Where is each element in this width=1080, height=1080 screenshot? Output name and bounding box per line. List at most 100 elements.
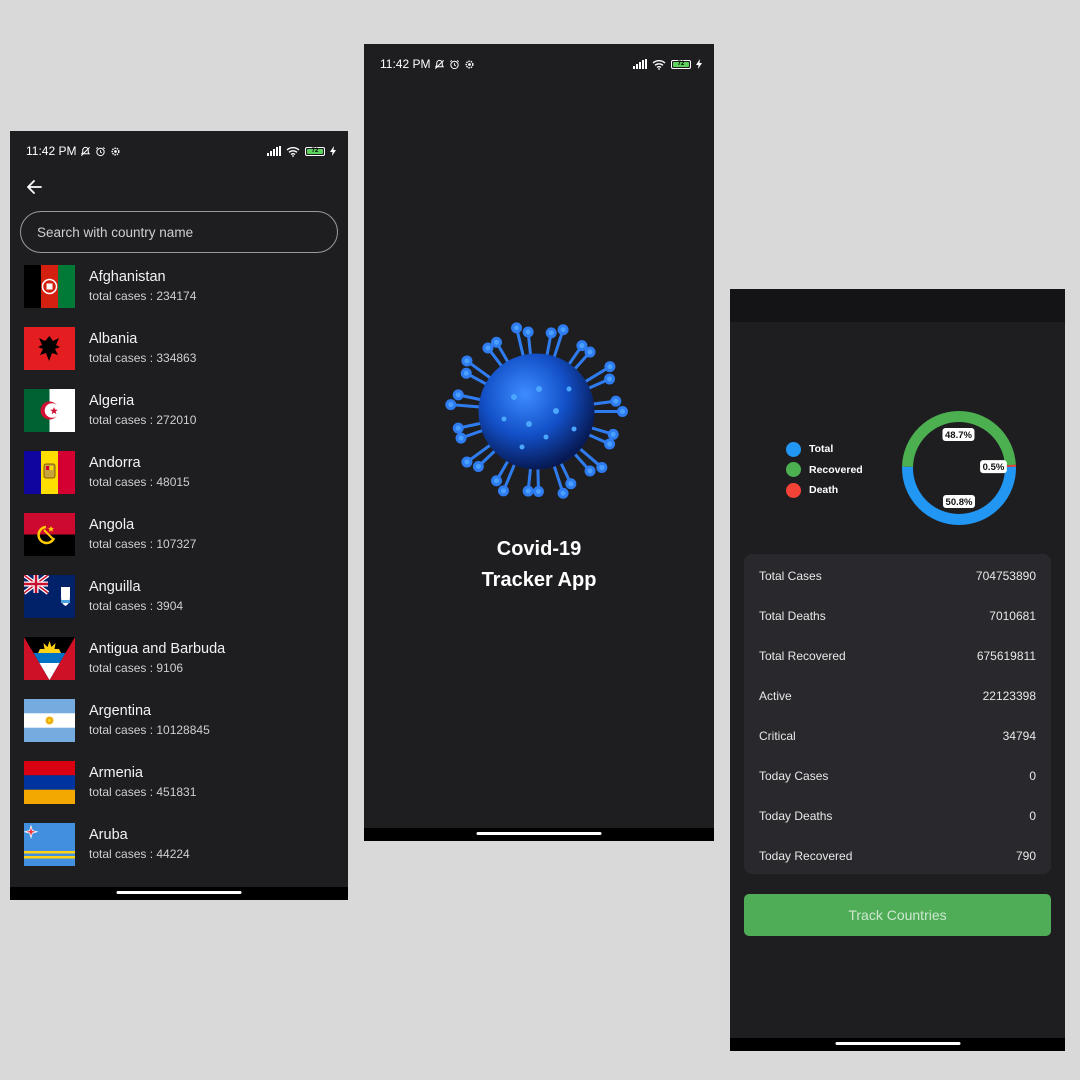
signal-icon: [633, 59, 647, 69]
stat-value: 675619811: [976, 649, 1036, 663]
stat-label: Total Recovered: [759, 649, 846, 663]
country-name: Andorra: [89, 455, 141, 471]
anguilla-flag-icon: [24, 575, 75, 618]
virus-spike-tip: [472, 460, 484, 472]
stat-label: Today Recovered: [759, 849, 853, 863]
stat-row-critical: Critical 34794: [759, 716, 1036, 756]
virus-spike-tip: [617, 406, 628, 417]
virus-logo-icon: [445, 322, 628, 499]
country-cases: total cases : 10128845: [89, 723, 210, 737]
charging-icon: [696, 59, 702, 69]
charging-icon: [330, 146, 336, 156]
legend-item-total: Total: [786, 439, 863, 460]
country-cases: total cases : 9106: [89, 661, 184, 675]
stat-row-total-recovered: Total Recovered 675619811: [759, 636, 1036, 676]
country-name: Antigua and Barbuda: [89, 641, 226, 657]
virus-spike-tip: [576, 340, 588, 352]
virus-spike-tip: [604, 438, 616, 450]
stat-label: Total Deaths: [759, 609, 826, 623]
country-name: Afghanistan: [89, 269, 166, 285]
virus-spike-tip: [445, 399, 457, 411]
status-bar: 11:42 PM 72: [380, 54, 702, 74]
country-name: Algeria: [89, 393, 135, 409]
country-name: Angola: [89, 517, 135, 533]
chart-legend: Total Recovered Death: [786, 439, 863, 501]
splash-screen: 11:42 PM 72 Covid-19 Tracker App: [364, 44, 714, 841]
system-nav-bar: [730, 1038, 1065, 1051]
app-title-line2: Tracker App: [481, 569, 597, 591]
system-nav-bar: [10, 887, 348, 900]
stat-label: Today Cases: [759, 769, 829, 783]
donut-label: 0.5%: [980, 460, 1007, 474]
virus-spike-tip: [522, 326, 534, 338]
country-name: Anguilla: [89, 579, 141, 595]
country-cases: total cases : 3904: [89, 599, 184, 613]
country-item[interactable]: Aruba total cases : 44224: [24, 823, 348, 885]
stat-row-today-deaths: Today Deaths 0: [759, 796, 1036, 836]
virus-spike-tip: [452, 422, 464, 434]
country-cases: total cases : 234174: [89, 289, 197, 303]
country-name: Aruba: [89, 827, 128, 843]
virus-spike-tip: [545, 327, 557, 339]
signal-icon: [267, 146, 281, 156]
country-item[interactable]: Algeria total cases : 272010: [24, 389, 348, 451]
wifi-icon: [286, 146, 300, 157]
country-name: Argentina: [89, 703, 152, 719]
country-item[interactable]: Antigua and Barbuda total cases : 9106: [24, 637, 348, 699]
stat-row-today-recovered: Today Recovered 790: [759, 836, 1036, 876]
search-placeholder: Search with country name: [37, 224, 194, 240]
virus-spike-tip: [557, 324, 569, 336]
status-time: 11:42 PM: [26, 144, 77, 158]
country-item[interactable]: Armenia total cases : 451831: [24, 761, 348, 823]
home-indicator[interactable]: [476, 832, 602, 835]
home-indicator[interactable]: [116, 891, 242, 894]
home-indicator[interactable]: [835, 1042, 960, 1045]
battery-icon: 72: [305, 146, 325, 156]
back-arrow-icon[interactable]: [24, 177, 44, 197]
virus-spike-tip: [584, 346, 596, 358]
stat-value: 0: [1029, 769, 1036, 783]
virus-spike-tip: [497, 485, 509, 497]
virus-spike-tip: [511, 322, 523, 334]
country-item[interactable]: Angola total cases : 107327: [24, 513, 348, 575]
antigua-flag-icon: [24, 637, 75, 680]
country-cases: total cases : 451831: [89, 785, 197, 799]
stat-row-today-cases: Today Cases 0: [759, 756, 1036, 796]
country-item[interactable]: Afghanistan total cases : 234174: [24, 265, 348, 327]
country-list: Afghanistan total cases : 234174 Albania t…: [24, 265, 348, 885]
donut-label: 50.8%: [943, 495, 975, 508]
virus-spike-tip: [557, 487, 569, 499]
donut-label-text: 0.5%: [983, 462, 1005, 473]
stat-label: Today Deaths: [759, 809, 833, 823]
country-item[interactable]: Andorra total cases : 48015: [24, 451, 348, 513]
status-time: 11:42 PM: [380, 57, 431, 71]
stats-card: Total Cases 704753890 Total Deaths 7010681…: [744, 554, 1051, 874]
settings-gear-icon: [111, 146, 121, 156]
virus-spike-tip: [461, 355, 473, 367]
alarm-icon: [96, 146, 106, 156]
search-input[interactable]: Search with country name: [20, 211, 338, 253]
stat-row-total-cases: Total Cases 704753890: [759, 556, 1036, 596]
donut-chart: 50.8% 48.7% 0.5%: [902, 411, 1016, 525]
donut-slice-total: [902, 466, 1016, 525]
virus-spike-tip: [532, 485, 544, 497]
country-item[interactable]: Albania total cases : 334863: [24, 327, 348, 389]
stat-value: 790: [1015, 849, 1036, 863]
track-countries-button[interactable]: Track Countries: [744, 894, 1051, 936]
stat-label: Active: [759, 689, 792, 703]
legend-label: Death: [809, 484, 839, 497]
legend-dot: [786, 441, 801, 457]
country-item[interactable]: Anguilla total cases : 3904: [24, 575, 348, 637]
virus-spike-tip: [461, 456, 473, 468]
virus-spike-tip: [596, 461, 608, 473]
aruba-flag-icon: [24, 823, 75, 866]
armenia-flag-icon: [24, 761, 75, 804]
virus-spike-tip: [460, 367, 472, 379]
country-cases: total cases : 48015: [89, 475, 190, 489]
virus-spike-tip: [604, 373, 616, 385]
system-nav-bar: [364, 828, 714, 841]
mute-bell-icon: [435, 59, 445, 69]
country-item[interactable]: Argentina total cases : 10128845: [24, 699, 348, 761]
virus-spike-tip: [607, 428, 619, 440]
country-cases: total cases : 107327: [89, 537, 197, 551]
